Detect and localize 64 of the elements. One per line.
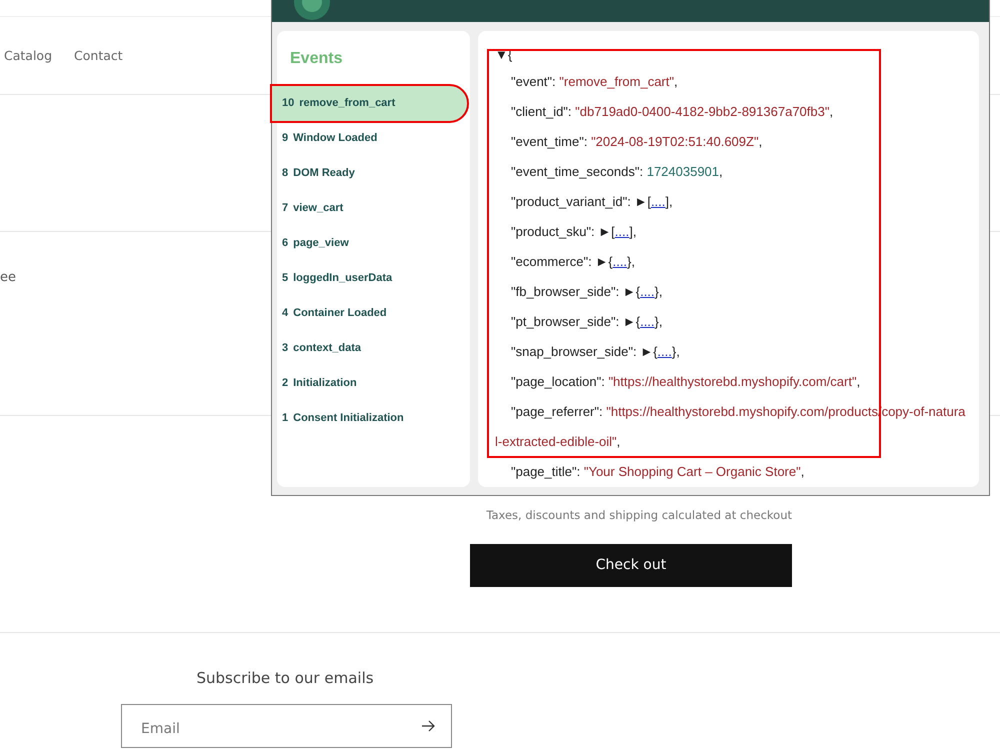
- expand-toggle[interactable]: ►: [598, 224, 612, 239]
- json-line: "snap_browser_side": ►{....},: [510, 343, 681, 361]
- expand-toggle[interactable]: ►: [634, 194, 648, 209]
- event-item[interactable]: 5 loggedIn_userData: [272, 261, 467, 296]
- event-name: view_cart: [293, 201, 344, 216]
- event-item[interactable]: 2 Initialization: [272, 366, 467, 401]
- expand-link[interactable]: ....: [612, 254, 628, 269]
- event-name: Initialization: [293, 376, 357, 392]
- expand-link[interactable]: ....: [614, 224, 630, 239]
- checkout-button[interactable]: Check out: [470, 544, 792, 588]
- event-item[interactable]: 4 Container Loaded: [272, 296, 467, 331]
- email-field[interactable]: Email: [121, 704, 452, 748]
- expand-toggle[interactable]: ►: [622, 314, 636, 329]
- event-name: context_data: [293, 341, 361, 356]
- json-line: "page_location": "https://healthystorebd.myshopify.com/cart",: [510, 373, 862, 391]
- event-item[interactable]: 8 DOM Ready: [272, 156, 467, 191]
- event-item[interactable]: 9 Window Loaded: [272, 121, 467, 156]
- expand-link[interactable]: ....: [650, 194, 666, 209]
- event-number: 3: [282, 341, 288, 356]
- event-name: remove_from_cart: [299, 96, 396, 112]
- event-name: DOM Ready: [293, 166, 355, 182]
- event-name: page_view: [293, 236, 349, 252]
- event-number: 10: [282, 96, 294, 112]
- event-number: 5: [282, 271, 288, 286]
- product-text: ee: [0, 270, 16, 285]
- json-line: "event_time": "2024-08-19T02:51:40.609Z",: [510, 133, 764, 151]
- json-line: "ecommerce": ►{....},: [510, 253, 636, 271]
- json-line: "event": "remove_from_cart",: [510, 73, 679, 91]
- event-number: 8: [282, 166, 288, 182]
- event-number: 1: [282, 411, 288, 426]
- event-number: 2: [282, 376, 288, 392]
- json-line: "product_sku": ►[....],: [510, 223, 638, 241]
- event-name: Consent Initialization: [293, 411, 404, 426]
- event-item[interactable]: 7 view_cart: [272, 191, 467, 226]
- expand-toggle[interactable]: ▼: [495, 47, 508, 62]
- json-line: "event_time_seconds": 1724035901,: [510, 163, 724, 181]
- event-name: Container Loaded: [293, 306, 387, 322]
- event-item[interactable]: 6 page_view: [272, 226, 467, 261]
- expand-toggle[interactable]: ►: [622, 284, 636, 299]
- newsletter-title: Subscribe to our emails: [195, 668, 375, 690]
- event-name: loggedIn_userData: [293, 271, 392, 286]
- json-line: "client_id": "db719ad0-0400-4182-9bb2-891367a70fb3",: [510, 103, 834, 121]
- event-item[interactable]: 3 context_data: [272, 331, 467, 366]
- event-number: 6: [282, 236, 288, 252]
- event-number: 4: [282, 306, 288, 322]
- expand-toggle[interactable]: ►: [640, 344, 654, 359]
- expand-link[interactable]: ....: [640, 314, 655, 329]
- panel-title: Events: [289, 49, 344, 69]
- event-item[interactable]: 10 remove_from_cart: [272, 86, 467, 121]
- event-item[interactable]: 1 Consent Initialization: [272, 401, 467, 436]
- json-line: "fb_browser_side": ►{....},: [510, 283, 664, 301]
- event-number: 7: [282, 201, 288, 216]
- expand-toggle[interactable]: ►: [595, 254, 608, 269]
- json-line: "product_variant_id": ►[....],: [510, 193, 674, 211]
- event-name: Window Loaded: [293, 131, 378, 146]
- tax-note: Taxes, discounts and shipping calculated at checkout: [485, 507, 792, 524]
- nav-link[interactable]: Catalog: [4, 47, 52, 94]
- event-number: 9: [282, 131, 288, 146]
- expand-link[interactable]: ....: [657, 344, 672, 359]
- json-line: "page_title": "Your Shopping Cart – Organic Store",: [510, 463, 806, 481]
- nav-link[interactable]: Contact: [74, 47, 123, 94]
- json-line: "pt_browser_side": ►{....},: [510, 313, 664, 331]
- arrow-right-icon[interactable]: [421, 720, 436, 732]
- expand-link[interactable]: ....: [640, 284, 655, 299]
